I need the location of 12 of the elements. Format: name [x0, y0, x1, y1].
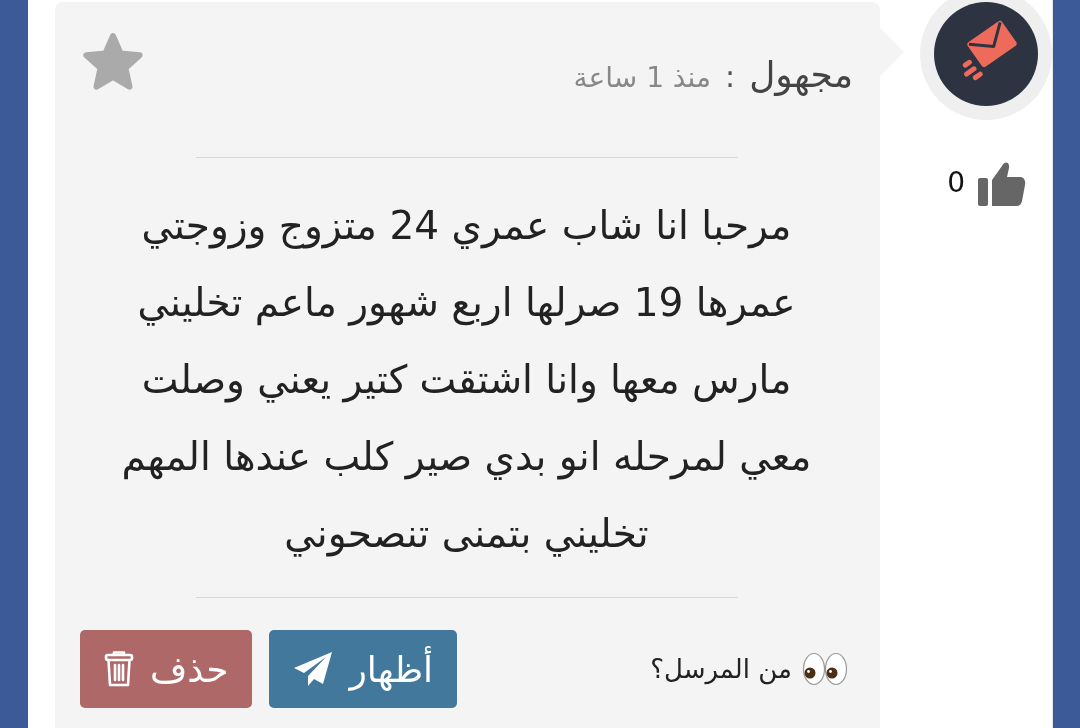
message-text: مرحبا انا شاب عمري 24 متزوج وزوجتي عمرها 19 صرلها اربع شهور ماعم تخليني مارس معها وانا اشتقت كتير يعني وصلت معي لمرحله انو بدي صير كلب عندها المهم تخليني بتمنى تنصحوني [120, 202, 813, 559]
paper-plane-icon [293, 651, 334, 687]
separator-colon: : [725, 58, 736, 96]
author-name: مجهول [749, 53, 853, 98]
eyes-icon [802, 652, 848, 686]
like-count: 0 [947, 166, 965, 200]
sender-question: من المرسل؟ [650, 654, 792, 684]
reveal-button[interactable]: أظهار [269, 630, 458, 708]
post-time: منذ 1 ساعة [573, 60, 711, 96]
delete-button[interactable]: حذف [80, 630, 253, 708]
trash-icon [104, 650, 134, 688]
thumbs-up-icon[interactable] [978, 160, 1026, 206]
